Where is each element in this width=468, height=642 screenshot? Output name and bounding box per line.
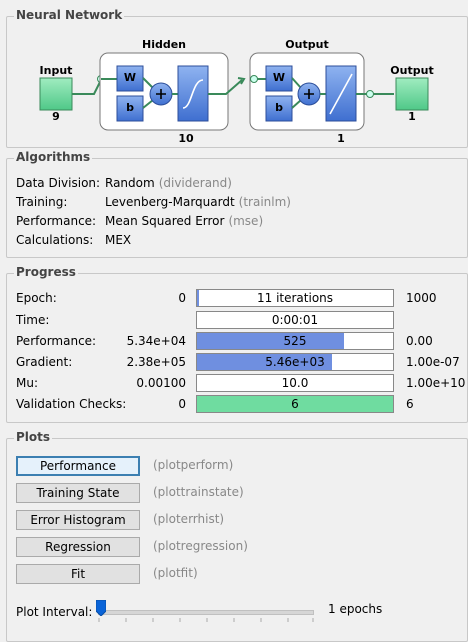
algorithm-value: Levenberg-Marquardt bbox=[105, 195, 235, 209]
hidden-weight-label: W bbox=[123, 71, 137, 84]
progress-label: Mu: bbox=[16, 376, 39, 390]
progress-bar-text: 0:00:01 bbox=[271, 313, 319, 327]
mu-progress-bar: 10.0 bbox=[196, 374, 394, 392]
epoch-progress-bar: 11 iterations bbox=[196, 289, 394, 307]
plot-function: (ploterrhist) bbox=[153, 512, 225, 526]
algorithm-function: (mse) bbox=[228, 214, 264, 228]
progress-row-performance: Performance: 5.34e+04 525 0.00 bbox=[6, 332, 468, 352]
progress-bar-text: 525 bbox=[283, 334, 307, 348]
gradient-progress-bar: 5.46e+03 bbox=[196, 353, 394, 371]
performance-progress-bar: 525 bbox=[196, 332, 394, 350]
progress-start-value: 0 bbox=[178, 397, 186, 411]
output-weight-label: W bbox=[272, 71, 286, 84]
progress-bar-text: 5.46e+03 bbox=[265, 355, 325, 369]
progress-row-validation-checks: Validation Checks: 0 6 6 bbox=[6, 395, 468, 415]
algorithm-key: Data Division: bbox=[16, 176, 101, 190]
algorithm-key: Calculations: bbox=[16, 233, 94, 247]
algorithm-key: Training: bbox=[16, 195, 68, 209]
plot-training-state-button[interactable]: Training State bbox=[16, 483, 140, 503]
plot-interval-slider-thumb[interactable] bbox=[96, 600, 106, 616]
algorithm-function: (trainlm) bbox=[238, 195, 291, 209]
output-node-label: Output bbox=[390, 64, 434, 77]
hidden-layer-label: Hidden bbox=[141, 38, 187, 51]
output-node bbox=[395, 77, 429, 111]
plot-function: (plotperform) bbox=[153, 458, 234, 472]
plot-interval-slider-ticks bbox=[98, 618, 314, 622]
algorithm-row-performance: Performance: Mean Squared Error (mse) bbox=[16, 212, 263, 230]
algorithm-function: (dividerand) bbox=[158, 176, 232, 190]
progress-end-value: 6 bbox=[406, 397, 414, 411]
progress-row-time: Time: 0:00:01 bbox=[6, 311, 468, 331]
plot-interval-value: 1 epochs bbox=[328, 602, 383, 616]
progress-row-epoch: Epoch: 0 11 iterations 1000 bbox=[6, 289, 468, 309]
algorithm-row-calculations: Calculations: MEX bbox=[16, 231, 135, 249]
input-node-size: 9 bbox=[52, 110, 60, 123]
progress-end-value: 1.00e+10 bbox=[406, 376, 466, 390]
neural-network-panel: Neural Network Input 9 Hidden 10 W b Out… bbox=[6, 8, 468, 148]
progress-start-value: 0.00100 bbox=[136, 376, 186, 390]
output-node-size: 1 bbox=[408, 110, 416, 123]
plot-fit-button[interactable]: Fit bbox=[16, 564, 140, 584]
hidden-bias-label: b bbox=[126, 101, 134, 114]
progress-bar-text: 6 bbox=[291, 397, 299, 411]
output-layer-label: Output bbox=[285, 38, 329, 51]
progress-label: Gradient: bbox=[16, 355, 73, 369]
progress-start-value: 5.34e+04 bbox=[126, 334, 186, 348]
progress-label: Validation Checks: bbox=[16, 397, 127, 411]
output-layer-size: 1 bbox=[337, 132, 345, 145]
progress-title: Progress bbox=[14, 265, 78, 279]
output-junction-right bbox=[366, 90, 374, 98]
progress-bar-text: 10.0 bbox=[281, 376, 309, 390]
plot-function: (plotfit) bbox=[153, 566, 198, 580]
algorithm-key: Performance: bbox=[16, 214, 97, 228]
plot-performance-button[interactable]: Performance bbox=[16, 456, 140, 476]
progress-label: Time: bbox=[16, 313, 50, 327]
progress-end-value: 1000 bbox=[406, 291, 437, 305]
plot-interval-label: Plot Interval: bbox=[16, 605, 93, 619]
algorithm-row-training: Training: Levenberg-Marquardt (trainlm) bbox=[16, 193, 291, 211]
output-bias-label: b bbox=[275, 101, 283, 114]
output-junction-left bbox=[250, 75, 258, 83]
input-node bbox=[39, 77, 73, 111]
algorithm-row-data-division: Data Division: Random (dividerand) bbox=[16, 174, 232, 192]
plot-regression-button[interactable]: Regression bbox=[16, 537, 140, 557]
algorithm-value: Mean Squared Error bbox=[105, 214, 225, 228]
progress-label: Epoch: bbox=[16, 291, 57, 305]
progress-start-value: 2.38e+05 bbox=[126, 355, 186, 369]
plots-title: Plots bbox=[14, 430, 53, 444]
plot-error-histogram-button[interactable]: Error Histogram bbox=[16, 510, 140, 530]
algorithms-title: Algorithms bbox=[14, 150, 93, 164]
algorithms-panel: Algorithms Data Division: Random (dividera… bbox=[6, 150, 468, 258]
algorithm-value: MEX bbox=[105, 233, 132, 247]
progress-row-gradient: Gradient: 2.38e+05 5.46e+03 1.00e-07 bbox=[6, 353, 468, 373]
hidden-layer-size: 10 bbox=[178, 132, 194, 145]
progress-end-value: 0.00 bbox=[406, 334, 433, 348]
progress-bar-text: 11 iterations bbox=[256, 291, 334, 305]
input-node-label: Input bbox=[39, 64, 73, 77]
progress-panel: Progress Epoch: 0 11 iterations 1000 Tim… bbox=[6, 265, 468, 423]
progress-label: Performance: bbox=[16, 334, 97, 348]
progress-end-value: 1.00e-07 bbox=[406, 355, 460, 369]
progress-start-value: 0 bbox=[178, 291, 186, 305]
progress-row-mu: Mu: 0.00100 10.0 1.00e+10 bbox=[6, 374, 468, 394]
plot-function: (plotregression) bbox=[153, 539, 248, 553]
time-progress-bar: 0:00:01 bbox=[196, 311, 394, 329]
network-diagram bbox=[39, 52, 429, 131]
plot-function: (plottrainstate) bbox=[153, 485, 244, 499]
plot-interval-slider-track[interactable] bbox=[98, 610, 314, 615]
plots-panel: Plots Performance (plotperform) Training… bbox=[6, 430, 468, 642]
validation-progress-bar: 6 bbox=[196, 395, 394, 413]
algorithm-value: Random bbox=[105, 176, 155, 190]
